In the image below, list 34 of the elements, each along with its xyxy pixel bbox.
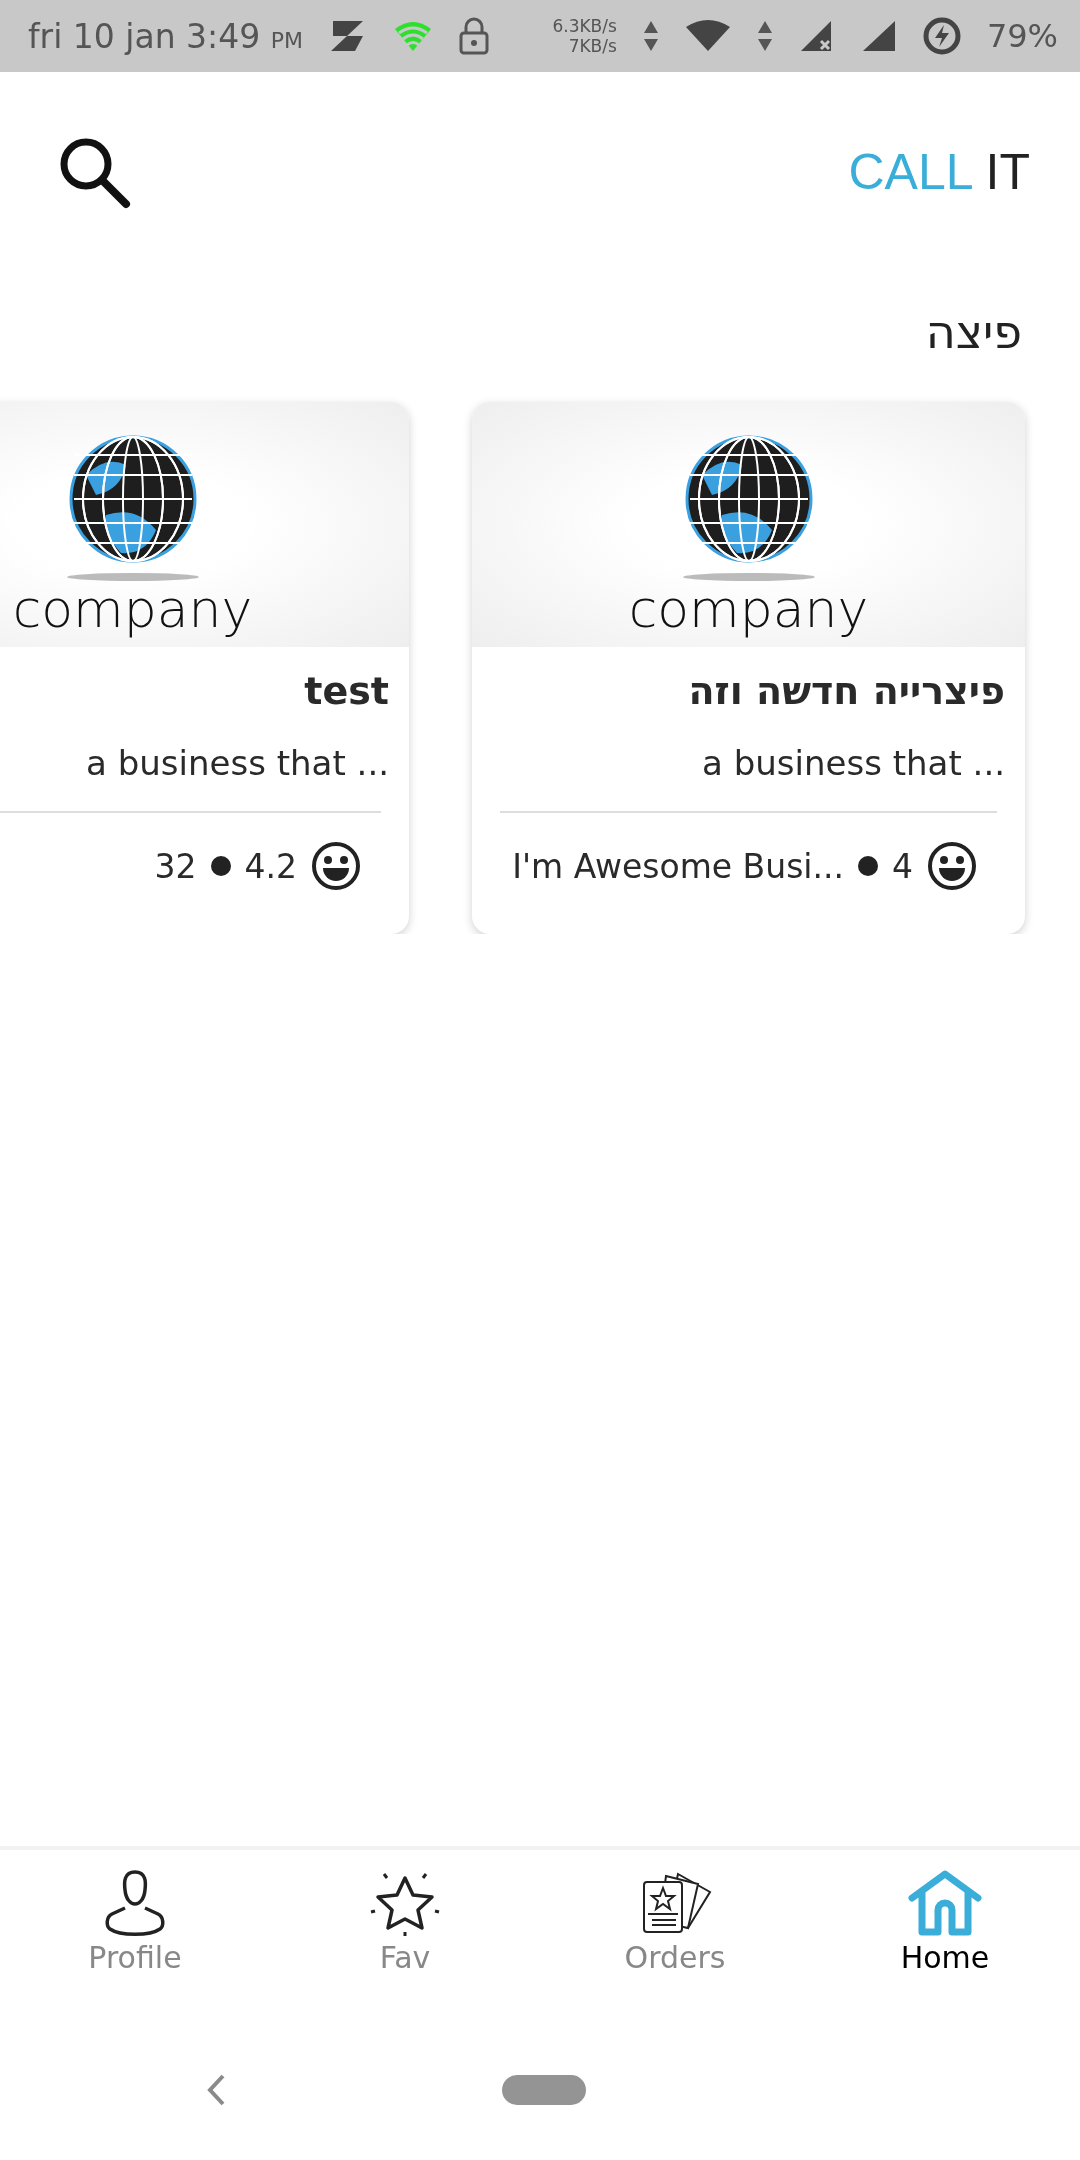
nav-tab[interactable]: Orders: [540, 1850, 810, 2020]
smiley-icon: [311, 841, 361, 891]
business-meta: 32: [154, 846, 197, 886]
home-icon: [908, 1870, 982, 1936]
home-pill[interactable]: [502, 2075, 586, 2105]
nav-tab[interactable]: Home: [810, 1850, 1080, 2020]
nav-tab[interactable]: Fav: [270, 1850, 540, 2020]
separator-dot: [210, 856, 231, 876]
wifi-signal-icon: [684, 19, 731, 53]
data-arrows-icon: [642, 19, 659, 53]
nav-tab[interactable]: Profile: [0, 1850, 270, 2020]
separator-dot: [858, 856, 878, 876]
business-description: a business that ...: [701, 742, 1006, 783]
business-name: test: [303, 668, 390, 713]
business-card[interactable]: company test a business that ... 32 4.2: [0, 402, 409, 934]
battery-charging-icon: [922, 17, 961, 55]
business-description: a business that ...: [85, 742, 390, 783]
wifi-icon: [393, 19, 433, 53]
star-icon: [368, 1870, 442, 1936]
business-meta: I'm Awesome Busi...: [512, 846, 844, 886]
status-time: fri 10 jan 3:49 PM: [28, 16, 303, 56]
back-icon[interactable]: [205, 2072, 227, 2108]
rating-value: 4: [892, 846, 913, 886]
smiley-icon: [927, 841, 977, 891]
lock-icon: [459, 17, 489, 55]
globe-logo-icon: [65, 435, 200, 583]
business-name: פיצרייה חדשה וזה: [687, 668, 1006, 713]
network-speed: 6.3KB/s 7KB/s: [552, 16, 617, 56]
brand-logo: CALL IT: [848, 143, 1030, 201]
rating-value: 4.2: [244, 846, 297, 886]
globe-logo-icon: [681, 435, 816, 583]
section-title: פיצה: [924, 304, 1023, 361]
data-arrows-icon: [756, 19, 773, 53]
battery-percent: 79%: [986, 17, 1058, 55]
